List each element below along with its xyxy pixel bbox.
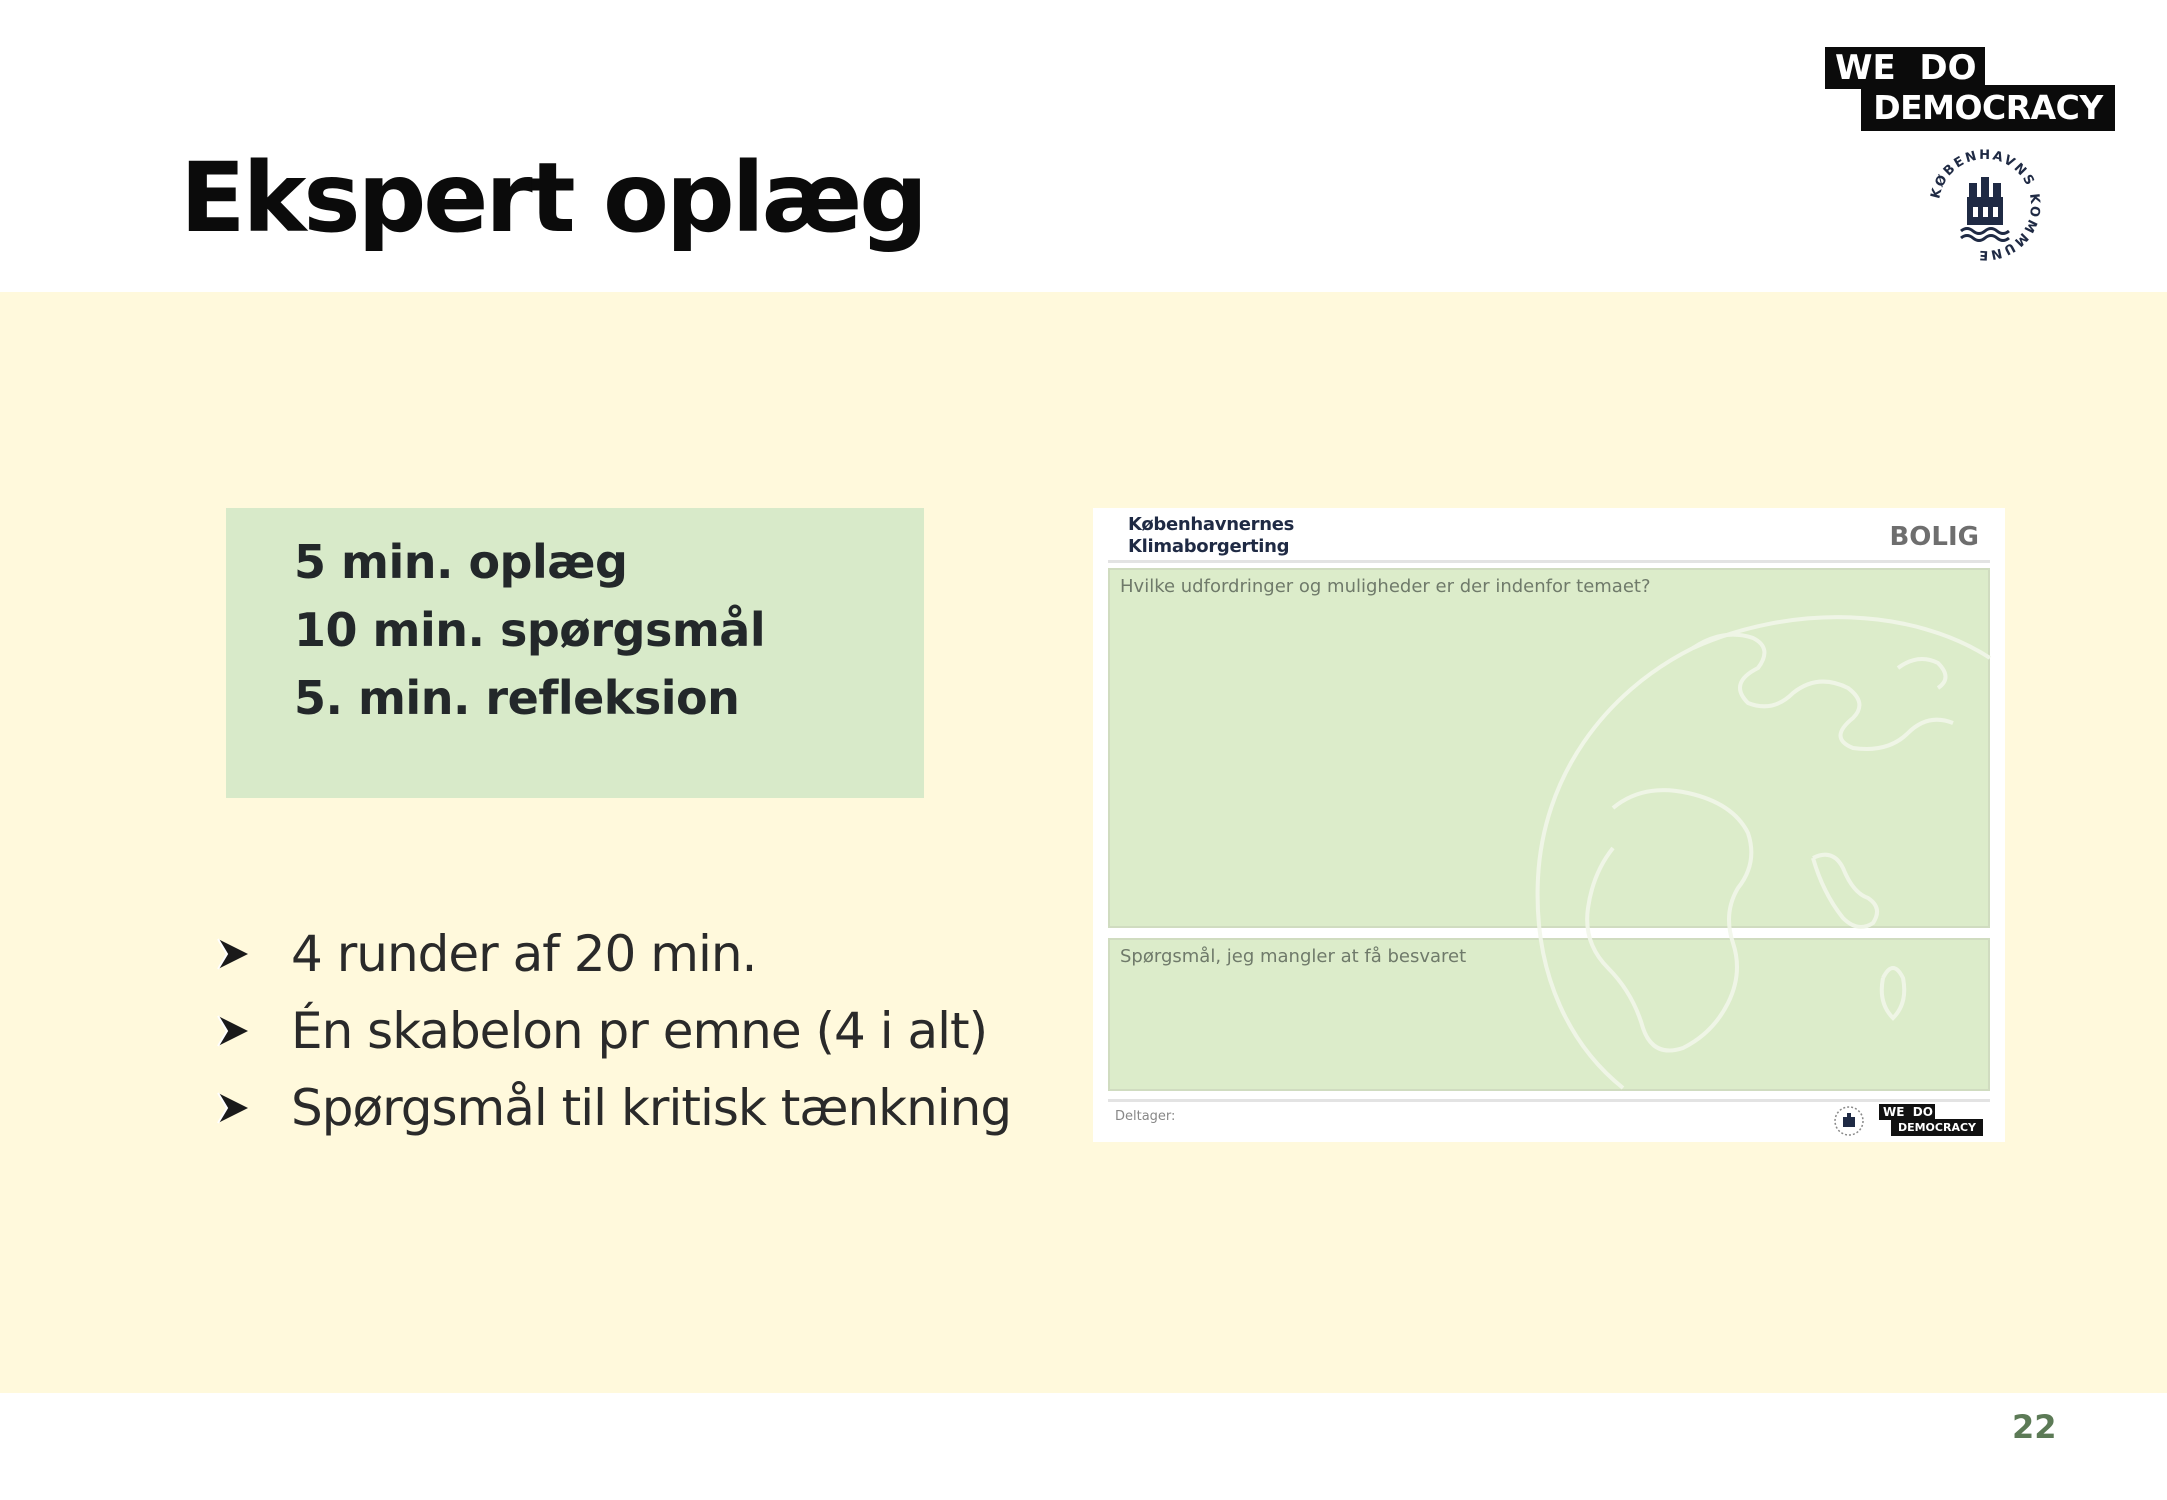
globe-watermark-icon [1535,615,1992,1090]
arrow-bullet-icon [215,1090,291,1126]
arrow-bullet-icon [215,1013,291,1049]
mini-logo-line-2: DEMOCRACY [1891,1119,1983,1136]
card-divider [1108,1099,1990,1102]
mini-seal-icon [1834,1106,1864,1136]
schedule-line: 5 min. oplæg [294,535,628,589]
bullet-text: 4 runder af 20 min. [291,924,757,983]
bullet-item: Én skabelon pr emne (4 i alt) [215,992,1011,1069]
bullet-item: Spørgsmål til kritisk tænkning [215,1069,1012,1146]
kobenhavns-kommune-seal-icon: KØBENHAVNS KOMMUNE [1928,148,2040,262]
bullet-list: 4 runder af 20 min. Én skabelon pr emne … [215,915,1012,1146]
logo-line-1: WE DO [1825,47,1985,89]
page-number: 22 [2012,1408,2057,1446]
schedule-line: 5. min. refleksion [294,671,740,725]
mini-logo-line-1: WE DO [1879,1104,1935,1120]
template-card-image: Københavnernes Klimaborgerting BOLIG Hvi… [1093,508,2005,1142]
card-footer-label: Deltager: [1115,1109,1176,1124]
we-do-democracy-logo: WE DO DEMOCRACY [1825,47,2115,131]
bullet-text: Spørgsmål til kritisk tænkning [291,1078,1012,1137]
schedule-box: 5 min. oplæg 10 min. spørgsmål 5. min. r… [226,508,924,798]
logo-line-2: DEMOCRACY [1861,85,2115,131]
bullet-text: Én skabelon pr emne (4 i alt) [291,1001,988,1060]
mini-wdd-logo: WE DO DEMOCRACY [1879,1104,1983,1136]
schedule-line: 10 min. spørgsmål [294,603,766,657]
slide-title: Ekspert oplæg [180,142,928,254]
arrow-bullet-icon [215,936,291,972]
bullet-item: 4 runder af 20 min. [215,915,1011,992]
